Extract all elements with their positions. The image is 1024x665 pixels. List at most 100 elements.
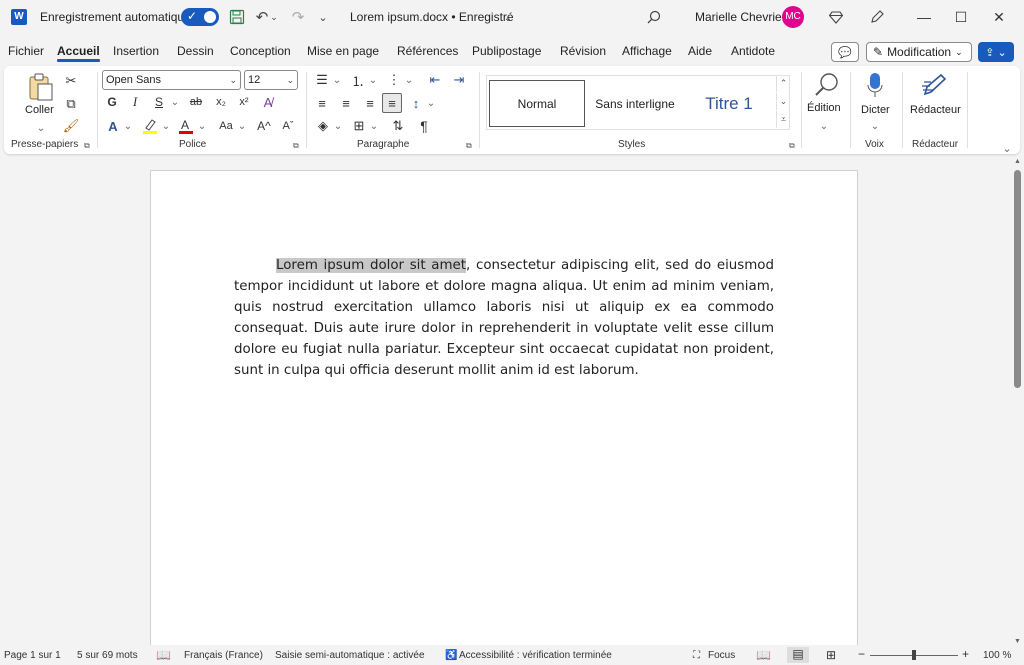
change-case-dropdown-icon[interactable]: ⌄ [237,116,247,136]
text-effects-dropdown-icon[interactable]: ⌄ [123,116,133,136]
paragraph-launcher-icon[interactable]: ⧉ [466,141,472,151]
clipboard-launcher-icon[interactable]: ⧉ [84,141,90,151]
shading-dropdown-icon[interactable]: ⌄ [333,116,343,136]
strikethrough-button[interactable]: ab [186,92,206,112]
tab-aide[interactable]: Aide [688,44,712,58]
font-color-icon[interactable]: A [176,116,196,136]
highlight-dropdown-icon[interactable]: ⌄ [161,116,171,136]
text-effects-icon[interactable]: A [103,116,123,136]
undo-dropdown-icon[interactable]: ⌄ [268,7,280,27]
proofing-book-icon[interactable]: 📖 [156,648,171,662]
editor-pen-icon[interactable] [919,70,949,100]
increase-indent-icon[interactable]: ⇥ [449,70,469,90]
line-spacing-dropdown-icon[interactable]: ⌄ [426,93,436,113]
tab-conception[interactable]: Conception [230,44,291,58]
selected-text[interactable]: Lorem ipsum dolor sit amet [276,258,467,273]
editing-label[interactable]: Édition [807,102,841,114]
styles-more-icon[interactable]: ⩡ [776,111,790,128]
title-dropdown-icon[interactable]: ⌄ [498,8,518,28]
font-launcher-icon[interactable]: ⧉ [293,141,299,151]
change-case-button[interactable]: Aa [214,116,238,136]
underline-dropdown-icon[interactable]: ⌄ [170,92,180,112]
align-right-icon[interactable]: ≡ [360,93,380,113]
styles-scroll-up-icon[interactable]: ⌃ [776,75,790,92]
shrink-font-button[interactable]: Aˇ [278,116,298,136]
autocomplete-status[interactable]: Saisie semi-automatique : activée [275,650,425,661]
bullets-icon[interactable]: ☰ [312,70,332,90]
align-left-icon[interactable]: ≡ [312,93,332,113]
page-count[interactable]: Page 1 sur 1 [4,650,61,661]
show-formatting-button[interactable]: ¶ [414,116,434,136]
styles-scroll-down-icon[interactable]: ⌄ [776,93,790,110]
underline-button[interactable]: S [149,92,169,112]
autosave-toggle[interactable]: ✓ [181,8,219,26]
superscript-button[interactable]: x² [234,92,254,112]
sort-icon[interactable]: ⇅ [388,116,408,136]
web-layout-icon[interactable]: ⊞ [826,648,836,662]
close-button[interactable]: ✕ [988,6,1010,28]
clear-formatting-icon[interactable]: A̸ [258,92,278,112]
tab-references[interactable]: Références [397,44,458,58]
multilevel-dropdown-icon[interactable]: ⌄ [404,70,414,90]
font-color-dropdown-icon[interactable]: ⌄ [197,116,207,136]
diamond-icon[interactable] [826,7,846,27]
font-name-combo[interactable]: Open Sans ⌄ [102,70,241,90]
borders-dropdown-icon[interactable]: ⌄ [369,116,379,136]
tab-revision[interactable]: Révision [560,44,606,58]
paste-label[interactable]: Coller [25,104,54,116]
bold-button[interactable]: G [102,92,122,112]
search-icon[interactable] [644,7,664,27]
tab-affichage[interactable]: Affichage [622,44,672,58]
style-normal[interactable]: Normal [489,80,585,127]
language[interactable]: Français (France) [184,650,263,661]
tab-fichier[interactable]: Fichier [8,44,44,58]
scrollbar-thumb[interactable] [1014,170,1021,388]
italic-button[interactable]: I [125,92,145,112]
customize-toolbar-icon[interactable]: ⌄ [313,7,333,27]
bullets-dropdown-icon[interactable]: ⌄ [332,70,342,90]
justify-icon[interactable]: ≡ [382,93,402,113]
numbering-icon[interactable]: ⒈ [348,70,368,90]
vertical-scrollbar[interactable]: ▲ ▼ [1012,158,1024,645]
zoom-out-icon[interactable]: − [858,647,865,661]
font-size-combo[interactable]: 12 ⌄ [244,70,298,90]
subscript-button[interactable]: x₂ [211,92,231,112]
format-painter-icon[interactable]: 🖌 [61,116,81,136]
tab-insertion[interactable]: Insertion [113,44,159,58]
scroll-up-icon[interactable]: ▲ [1014,158,1021,165]
paste-icon[interactable] [26,72,56,102]
tab-dessin[interactable]: Dessin [177,44,214,58]
dictate-label[interactable]: Dicter [861,104,890,116]
focus-button[interactable]: Focus [708,650,735,661]
tab-antidote[interactable]: Antidote [731,44,775,58]
dictate-dropdown-icon[interactable]: ⌄ [870,116,880,136]
avatar[interactable]: MC [782,6,804,28]
cut-icon[interactable]: ✂ [61,71,81,91]
align-center-icon[interactable]: ≡ [336,93,356,113]
zoom-level[interactable]: 100 % [983,650,1011,661]
zoom-slider-thumb[interactable] [912,650,916,660]
editing-dropdown-icon[interactable]: ⌄ [819,116,829,136]
style-sans-interligne[interactable]: Sans interligne [587,80,683,127]
collapse-ribbon-icon[interactable]: ⌄ [1000,138,1014,158]
copy-icon[interactable]: ⧉ [61,94,81,114]
line-spacing-icon[interactable]: ↕ [406,93,426,113]
tab-accueil[interactable]: Accueil [57,44,100,62]
pen-icon[interactable] [867,7,887,27]
grow-font-button[interactable]: A^ [254,116,274,136]
tab-publipostage[interactable]: Publipostage [472,44,541,58]
multilevel-list-icon[interactable]: ⋮ [384,70,404,90]
scroll-down-icon[interactable]: ▼ [1014,638,1021,645]
microphone-icon[interactable] [864,70,886,100]
shading-icon[interactable]: ◈ [313,116,333,136]
style-titre-1[interactable]: Titre 1 [683,80,775,127]
print-layout-icon[interactable]: ▤ [787,647,809,663]
numbering-dropdown-icon[interactable]: ⌄ [368,70,378,90]
minimize-button[interactable]: — [913,6,935,28]
paste-dropdown-icon[interactable]: ⌄ [36,118,46,138]
maximize-button[interactable]: ☐ [950,6,972,28]
user-name[interactable]: Marielle Chevrier [695,10,786,24]
highlight-icon[interactable] [140,116,160,136]
decrease-indent-icon[interactable]: ⇤ [425,70,445,90]
read-mode-icon[interactable]: 📖 [756,648,771,662]
